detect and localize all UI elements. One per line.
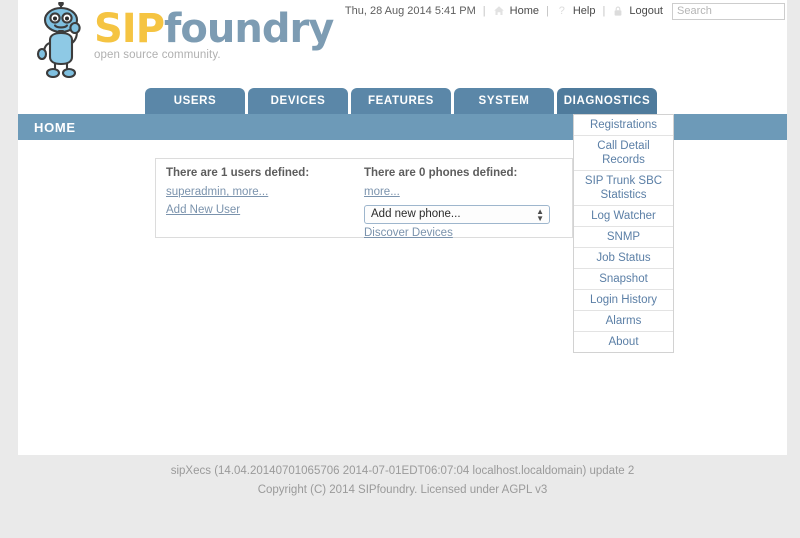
menu-item-snmp[interactable]: SNMP <box>574 227 673 248</box>
separator: | <box>482 5 486 17</box>
brand-name: SIPfoundry <box>94 6 334 52</box>
menu-item-sip-trunk-sbc-statistics[interactable]: SIP Trunk SBC Statistics <box>574 171 673 206</box>
robot-mascot-icon <box>30 0 92 79</box>
question-mark-icon: ? <box>558 5 565 17</box>
tab-devices[interactable]: DEVICES <box>248 88 348 114</box>
help-label: Help <box>572 5 596 17</box>
page-footer: sipXecs (14.04.20140701065706 2014-07-01… <box>18 462 787 500</box>
menu-item-snapshot[interactable]: Snapshot <box>574 269 673 290</box>
page-sheet: Thu, 28 Aug 2014 5:41 PM | Home | ? Help… <box>18 0 787 455</box>
current-datetime: Thu, 28 Aug 2014 5:41 PM <box>344 5 476 17</box>
phones-more-link[interactable]: more... <box>364 186 562 198</box>
menu-item-log-watcher[interactable]: Log Watcher <box>574 206 673 227</box>
footer-copyright: Copyright (C) 2014 SIPfoundry. Licensed … <box>257 484 548 496</box>
add-new-phone-select[interactable]: Add new phone... <box>364 204 550 224</box>
help-link[interactable]: ? Help <box>556 5 596 17</box>
tab-features[interactable]: FEATURES <box>351 88 451 114</box>
phones-column: There are 0 phones defined: more... Add … <box>364 167 562 245</box>
logout-label: Logout <box>629 5 663 17</box>
house-icon <box>493 5 505 17</box>
main-navigation: USERS DEVICES FEATURES SYSTEM DIAGNOSTIC… <box>18 88 787 114</box>
home-summary-panel: There are 1 users defined: superadmin, m… <box>155 158 573 239</box>
phones-count-label: There are 0 phones defined: <box>364 167 518 179</box>
diagnostics-dropdown-menu: Registrations Call Detail Records SIP Tr… <box>573 114 674 353</box>
add-new-user-link[interactable]: Add New User <box>166 204 364 216</box>
users-count-label: There are 1 users defined: <box>166 167 310 179</box>
menu-item-about[interactable]: About <box>574 332 673 352</box>
brand-wordmark: SIPfoundry open source community. <box>94 2 334 61</box>
tab-users[interactable]: USERS <box>145 88 245 114</box>
menu-item-registrations[interactable]: Registrations <box>574 115 673 136</box>
menu-item-job-status[interactable]: Job Status <box>574 248 673 269</box>
brand-logo: SIPfoundry open source community. <box>30 0 334 80</box>
footer-version: sipXecs (14.04.20140701065706 2014-07-01… <box>170 465 635 477</box>
separator: | <box>602 5 606 17</box>
separator: | <box>546 5 549 17</box>
users-list-link[interactable]: superadmin, more... <box>166 186 364 198</box>
add-phone-select-wrapper: Add new phone... ▲ ▼ <box>364 204 550 227</box>
logout-link[interactable]: Logout <box>612 5 663 17</box>
menu-item-call-detail-records[interactable]: Call Detail Records <box>574 136 673 171</box>
tab-diagnostics[interactable]: DIAGNOSTICS <box>557 88 657 114</box>
app-window: Thu, 28 Aug 2014 5:41 PM | Home | ? Help… <box>0 0 800 538</box>
search-input[interactable] <box>672 2 785 20</box>
brand-foundry: foundry <box>164 6 334 52</box>
users-column: There are 1 users defined: superadmin, m… <box>166 167 364 245</box>
tab-system[interactable]: SYSTEM <box>454 88 554 114</box>
brand-sip: SIP <box>94 6 165 52</box>
menu-item-alarms[interactable]: Alarms <box>574 311 673 332</box>
discover-devices-link[interactable]: Discover Devices <box>364 227 562 239</box>
padlock-icon <box>612 5 624 17</box>
menu-item-login-history[interactable]: Login History <box>574 290 673 311</box>
home-link[interactable]: Home <box>493 5 539 17</box>
home-label: Home <box>509 5 539 17</box>
